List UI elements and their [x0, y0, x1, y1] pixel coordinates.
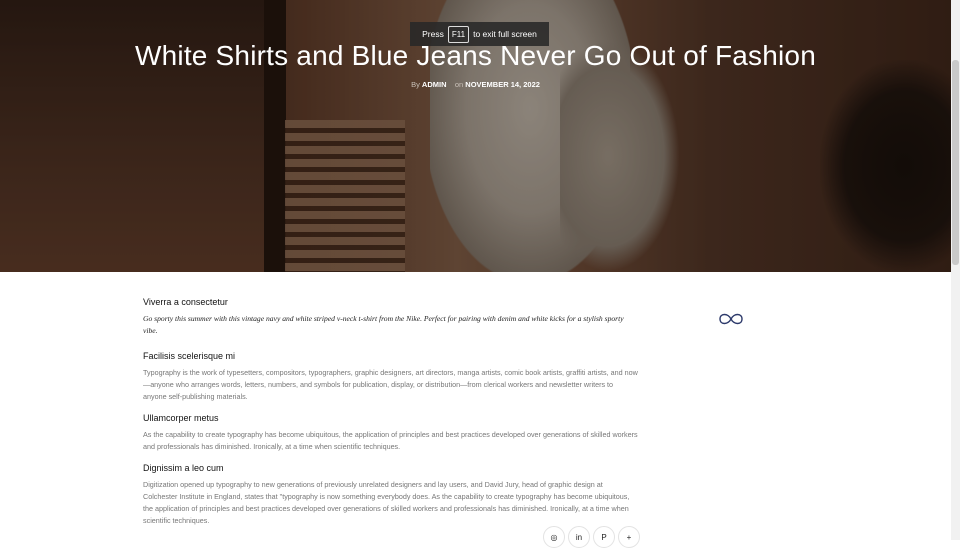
post-meta: By ADMIN on NOVEMBER 14, 2022 [0, 80, 951, 89]
section-text: As the capability to create typography h… [143, 430, 638, 451]
by-label: By [411, 80, 420, 89]
section-heading: Facilisis scelerisque mi [143, 351, 236, 361]
toast-key: F11 [447, 25, 470, 43]
post-content: Viverra a consectetur Go sporty this sum… [143, 297, 638, 537]
toast-suffix: to exit full screen [473, 29, 537, 39]
plus-icon: + [626, 532, 632, 542]
section-heading: Ullamcorper metus [143, 413, 219, 423]
pinterest-icon: P [601, 532, 607, 542]
post-date[interactable]: NOVEMBER 14, 2022 [465, 80, 540, 89]
instagram-icon: ◎ [550, 532, 558, 542]
toast-prefix: Press [422, 29, 444, 39]
on-label: on [454, 80, 464, 89]
section-text: Typography is the work of typesetters, c… [143, 368, 638, 401]
section-text: Digitization opened up typography to new… [143, 480, 630, 525]
share-more-button[interactable]: + [618, 526, 640, 548]
share-instagram-button[interactable]: ◎ [543, 526, 565, 548]
section-heading: Dignissim a leo cum [143, 463, 224, 473]
linkedin-icon: in [575, 532, 583, 542]
section-text: Go sporty this summer with this vintage … [143, 314, 624, 335]
author-link[interactable]: ADMIN [422, 80, 447, 89]
share-linkedin-button[interactable]: in [568, 526, 590, 548]
fullscreen-notice: Press F11 to exit full screen [410, 22, 549, 46]
share-pinterest-button[interactable]: P [593, 526, 615, 548]
loading-spinner-icon [719, 313, 743, 325]
scrollbar-thumb[interactable] [952, 60, 959, 265]
section-heading: Viverra a consectetur [143, 297, 228, 307]
